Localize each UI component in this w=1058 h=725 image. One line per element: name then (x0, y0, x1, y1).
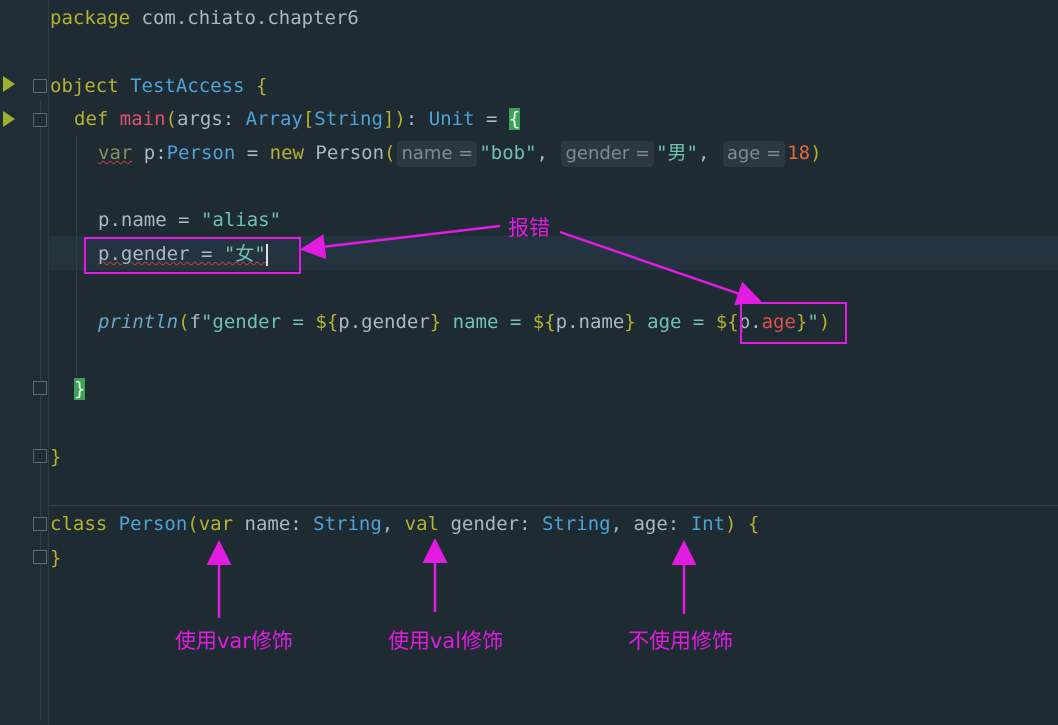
arrow-to-age (559, 230, 762, 306)
label-var-modifier: 使用var修饰 (175, 629, 293, 653)
label-val-modifier: 使用val修饰 (388, 629, 504, 653)
annotation-arrows (206, 224, 762, 618)
error-label: 报错 (508, 216, 550, 240)
label-no-modifier: 不使用修饰 (628, 629, 733, 653)
arrow-to-gender (300, 224, 501, 260)
